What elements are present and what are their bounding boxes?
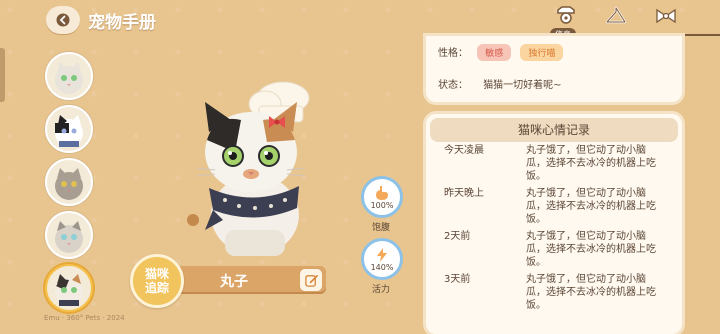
personality-tag: 独行喵 (520, 44, 564, 61)
cat-face-icon (55, 115, 83, 147)
page-title: 宠物手册 (88, 13, 156, 33)
stomach-icon (376, 185, 388, 200)
personality-label: 性格： (438, 48, 468, 59)
mood-record-time: 昨天晚上 (444, 188, 484, 199)
mood-record-time: 2天前 (444, 231, 471, 242)
mood-record-text: 丸子饿了，但它动了动小脑瓜，选择不去冰冷的机器上吃饭。 (526, 274, 656, 311)
status-text: 猫猫一切好着呢~ (483, 80, 562, 91)
bow-icon (656, 8, 676, 24)
cat-face-icon (55, 168, 83, 200)
energy-label: 活力 (371, 285, 390, 295)
tab-hanger[interactable] (602, 4, 630, 38)
pet-avatar-list (45, 52, 93, 312)
top-tab-bar: 信息 (550, 4, 680, 41)
hanger-icon (605, 6, 627, 24)
status-row: 状态： 猫猫一切好着呢~ (438, 76, 562, 91)
mood-record-text: 丸子饿了，但它动了动小脑瓜，选择不去冰冷的机器上吃饭。 (526, 145, 656, 182)
satiety-meter[interactable]: 100% 饱腹 (361, 176, 403, 233)
side-handle[interactable] (0, 48, 5, 102)
back-arrow-icon (56, 13, 70, 27)
pet-avatar-2[interactable] (45, 105, 93, 153)
cat-face-icon (55, 274, 83, 306)
mood-record-title: 猫咪心情记录 (430, 118, 678, 142)
pet-avatar-1[interactable] (45, 52, 93, 100)
mood-record-card[interactable]: 猫咪心情记录 今天凌晨 丸子饿了，但它动了动小脑瓜，选择不去冰冷的机器上吃饭。 … (426, 114, 682, 334)
cat-face-icon (55, 62, 83, 94)
pet-avatar-5-selected[interactable] (45, 264, 93, 312)
cat-tracking-button[interactable]: 猫咪追踪 (130, 254, 184, 308)
cat-name-bar: 丸子 (172, 266, 326, 294)
mood-record-time: 3天前 (444, 274, 471, 285)
mood-record-text: 丸子饿了，但它动了动小脑瓜，选择不去冰冷的机器上吃饭。 (526, 231, 656, 268)
mood-record-time: 今天凌晨 (444, 145, 484, 156)
lightning-icon (377, 247, 387, 262)
energy-gauge: 140% (361, 238, 403, 280)
satiety-value: 100% (370, 200, 394, 210)
cat-face-icon (55, 221, 83, 253)
tab-bow[interactable] (652, 4, 680, 38)
satiety-gauge: 100% (361, 176, 403, 218)
edit-name-button[interactable] (300, 269, 322, 291)
energy-value: 140% (370, 262, 394, 272)
cat-character[interactable] (175, 80, 345, 260)
cat-bell-icon (557, 6, 575, 24)
pet-avatar-3[interactable] (45, 158, 93, 206)
status-label: 状态： (438, 80, 468, 91)
mood-record-text: 丸子饿了，但它动了动小脑瓜，选择不去冰冷的机器上吃饭。 (526, 188, 656, 225)
pet-info-card: 性格： 敏感 独行喵 状态： 猫猫一切好着呢~ (426, 36, 682, 102)
personality-tag: 敏感 (477, 44, 512, 61)
edit-pencil-icon (304, 274, 318, 287)
pet-avatar-4[interactable] (45, 211, 93, 259)
watermark-text: Emu · 360° Pets · 2024 (44, 314, 125, 322)
tab-info[interactable]: 信息 (550, 4, 580, 41)
personality-row: 性格： 敏感 独行喵 (438, 44, 564, 61)
energy-meter[interactable]: 140% 活力 (361, 238, 403, 295)
back-button[interactable] (46, 6, 80, 34)
cat-tracking-label: 猫咪追踪 (144, 267, 169, 295)
cat-name: 丸子 (220, 274, 248, 290)
satiety-label: 饱腹 (371, 223, 390, 233)
